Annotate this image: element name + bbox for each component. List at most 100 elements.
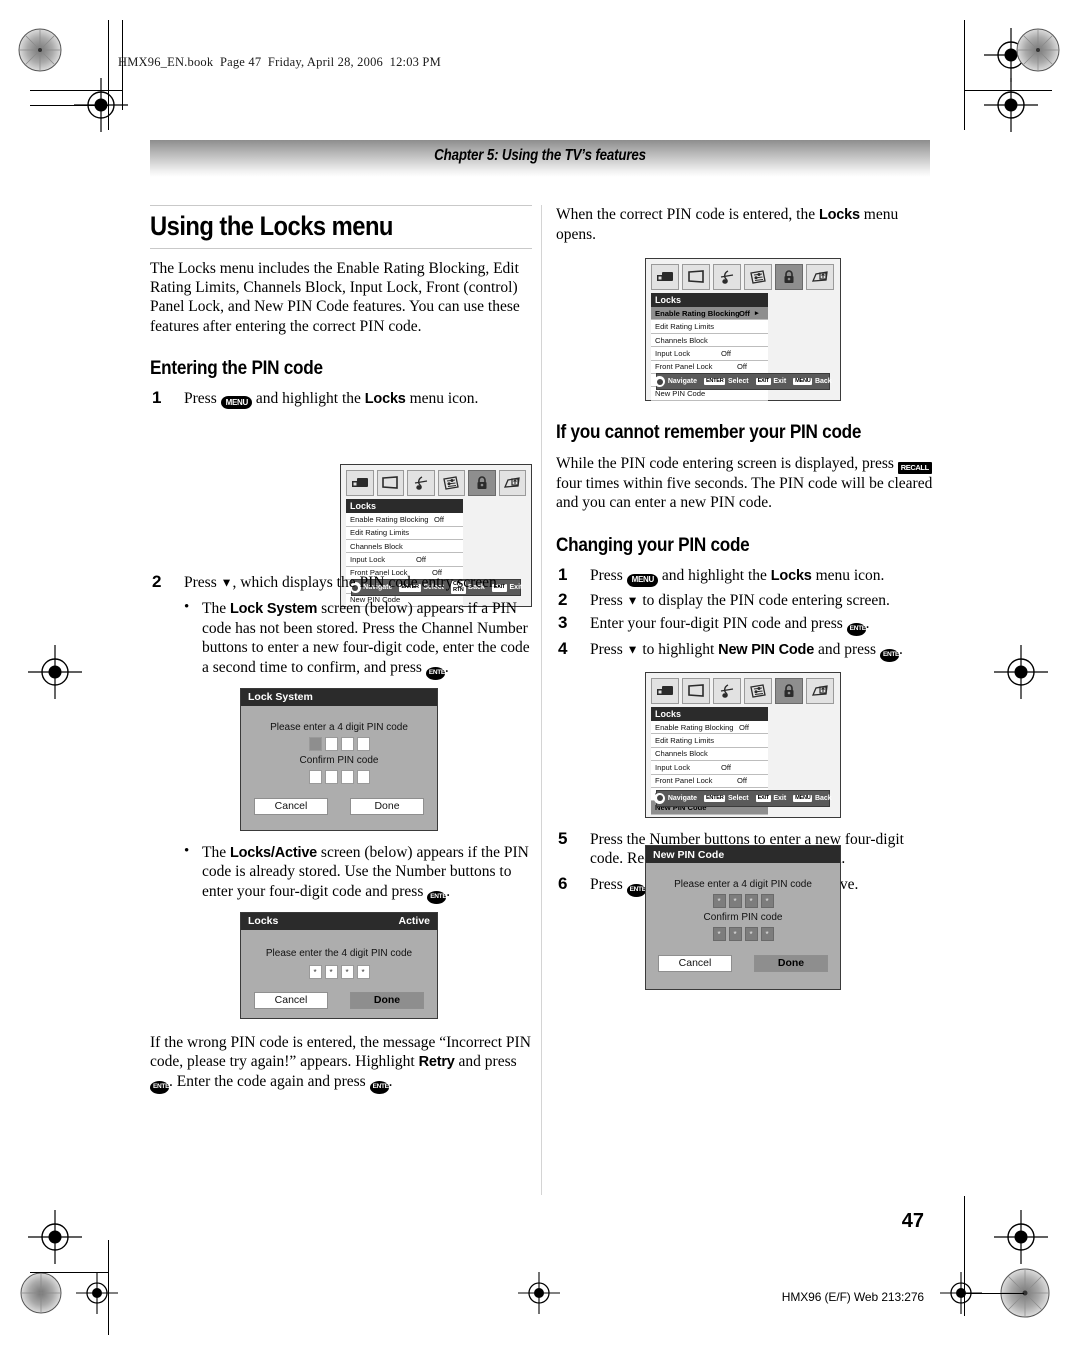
page-number: 47 bbox=[901, 1210, 924, 1232]
osd-row-edit-rating-limits[interactable]: Edit Rating Limits bbox=[346, 526, 463, 540]
done-button[interactable]: Done bbox=[350, 797, 424, 815]
done-button[interactable]: Done bbox=[350, 991, 424, 1009]
done-button[interactable]: Done bbox=[754, 955, 828, 972]
locks-icon[interactable] bbox=[468, 470, 496, 497]
setup-icon[interactable] bbox=[498, 470, 526, 497]
nav-select: ENTER Select bbox=[704, 377, 749, 386]
step-number: 1 bbox=[152, 387, 162, 407]
enter-key-icon: ENTER bbox=[704, 794, 726, 803]
pin-box[interactable]: * bbox=[744, 894, 758, 908]
pin-box[interactable] bbox=[356, 736, 370, 751]
osd-row-enable-rating-blocking[interactable]: Enable Rating Blocking Off ▸ bbox=[651, 307, 768, 321]
step-text-a: Press bbox=[184, 574, 221, 592]
pin-box[interactable]: * bbox=[728, 894, 742, 908]
audio-icon[interactable] bbox=[713, 264, 741, 291]
osd-row-channels-block[interactable]: Channels Block bbox=[651, 747, 768, 762]
osd-nav-bar: Navigate ENTER Select EXIT Exit MENU Back bbox=[654, 789, 832, 807]
osd-row-label: Channels Block bbox=[655, 335, 708, 345]
osd-row-enable-rating-blocking[interactable]: Enable Rating Blocking Off bbox=[346, 513, 463, 527]
video-icon[interactable] bbox=[651, 677, 679, 704]
trim-rule-bl-v bbox=[108, 1240, 109, 1335]
pin-box[interactable]: * bbox=[760, 894, 774, 908]
osd-row-value: Off bbox=[737, 362, 747, 372]
closing-text-c: . Enter the code again and press bbox=[169, 1072, 370, 1090]
heading-cannot-remember-text: If you cannot remember your PIN code bbox=[556, 421, 862, 444]
video-icon[interactable] bbox=[346, 470, 374, 497]
pin-box[interactable]: * bbox=[712, 894, 726, 908]
pin-row-1[interactable]: * * * * bbox=[646, 894, 840, 908]
screen-icon[interactable] bbox=[376, 470, 404, 497]
cancel-button[interactable]: Cancel bbox=[254, 991, 328, 1009]
pin-box[interactable] bbox=[340, 769, 354, 784]
locks-icon[interactable] bbox=[775, 264, 803, 291]
osd-row-enable-rating-blocking[interactable]: Enable Rating Blocking Off bbox=[651, 720, 768, 735]
page-title-text: Using the Locks menu bbox=[150, 211, 393, 241]
step-text-b: and highlight the bbox=[657, 567, 771, 585]
pin-box[interactable] bbox=[340, 736, 354, 751]
video-icon[interactable] bbox=[651, 264, 679, 291]
osd-row-input-lock[interactable]: Input Lock Off bbox=[651, 761, 768, 775]
screen-icon[interactable] bbox=[682, 677, 710, 704]
screen-icon[interactable] bbox=[682, 264, 710, 291]
forgot-paragraph: While the PIN code entering screen is di… bbox=[556, 454, 934, 512]
bullet-locks-active: • The Locks/Active screen (below) appear… bbox=[150, 843, 532, 904]
pin-box[interactable] bbox=[324, 769, 338, 784]
settings-icon[interactable] bbox=[744, 264, 772, 291]
osd-row-channels-block[interactable]: Channels Block bbox=[346, 540, 463, 554]
setup-icon[interactable] bbox=[806, 677, 834, 704]
pin-box[interactable] bbox=[308, 736, 322, 751]
pin-box[interactable]: * bbox=[744, 927, 758, 941]
pin-box[interactable]: * bbox=[760, 927, 774, 941]
pin-box[interactable]: * bbox=[308, 964, 322, 979]
dialog-title: Lock System bbox=[248, 691, 313, 704]
pin-box[interactable] bbox=[308, 769, 322, 784]
chapter-banner-text: Chapter 5: Using the TV’s features bbox=[434, 147, 646, 164]
down-arrow-icon: ▼ bbox=[626, 642, 639, 657]
osd-row-channels-block[interactable]: Channels Block bbox=[651, 333, 768, 348]
settings-icon[interactable] bbox=[744, 677, 772, 704]
closing-bold-retry: Retry bbox=[418, 1053, 455, 1070]
pin-box[interactable]: * bbox=[356, 964, 370, 979]
pin-row-1[interactable]: * * * * bbox=[241, 964, 437, 979]
osd-row-input-lock[interactable]: Input Lock Off bbox=[651, 347, 768, 361]
osd-row-edit-rating-limits[interactable]: Edit Rating Limits bbox=[651, 320, 768, 334]
bullet-text-a: The bbox=[202, 600, 230, 618]
dialog-button-row: Cancel Done bbox=[241, 991, 437, 1009]
osd-row-input-lock[interactable]: Input Lock Off bbox=[346, 553, 463, 567]
osd-row-edit-rating-limits[interactable]: Edit Rating Limits bbox=[651, 734, 768, 748]
osd-row-value: Off bbox=[434, 514, 444, 524]
pin-box[interactable]: * bbox=[340, 964, 354, 979]
cancel-button[interactable]: Cancel bbox=[658, 955, 732, 972]
crop-mark-left-mid bbox=[28, 645, 82, 699]
audio-icon[interactable] bbox=[407, 470, 435, 497]
pin-row-2[interactable]: * * * * bbox=[646, 927, 840, 941]
cancel-button[interactable]: Cancel bbox=[254, 797, 328, 815]
pin-row-2[interactable] bbox=[241, 769, 437, 784]
step-number: 2 bbox=[152, 572, 162, 592]
osd-row-label: Enable Rating Blocking bbox=[350, 514, 429, 524]
menu-key-icon: MENU bbox=[220, 396, 252, 410]
osd-locks-menu-2: Locks Enable Rating Blocking Off ▸ Edit Ra… bbox=[645, 258, 841, 402]
osd-row-front-panel-lock[interactable]: Front Panel Lock Off bbox=[651, 774, 768, 788]
locks-icon[interactable] bbox=[775, 677, 803, 704]
pin-box[interactable] bbox=[356, 769, 370, 784]
nav-exit-label: Exit bbox=[773, 378, 787, 386]
pin-box[interactable] bbox=[324, 736, 338, 751]
step-number: 1 bbox=[558, 565, 568, 585]
setup-icon[interactable] bbox=[806, 264, 834, 291]
audio-icon[interactable] bbox=[713, 677, 741, 704]
settings-icon[interactable] bbox=[437, 470, 465, 497]
step-text-b: to display the PIN code entering screen. bbox=[638, 591, 890, 609]
osd-row-front-panel-lock[interactable]: Front Panel Lock Off bbox=[651, 360, 768, 374]
pin-box[interactable]: * bbox=[728, 927, 742, 941]
dialog-new-pin-code: New PIN Code Please enter a 4 digit PIN … bbox=[645, 845, 841, 990]
bullet-dot: • bbox=[184, 842, 190, 859]
dialog-title-bar: Lock System bbox=[241, 688, 437, 706]
pin-box[interactable]: * bbox=[324, 964, 338, 979]
enter-key-icon: ENTER bbox=[626, 884, 650, 898]
pin-row-1[interactable] bbox=[241, 736, 437, 751]
enter-key-icon: ENTER bbox=[427, 890, 451, 904]
nav-back: MENU Back bbox=[793, 794, 832, 803]
pin-box[interactable]: * bbox=[712, 927, 726, 941]
trim-rule-br-v bbox=[964, 1196, 965, 1316]
